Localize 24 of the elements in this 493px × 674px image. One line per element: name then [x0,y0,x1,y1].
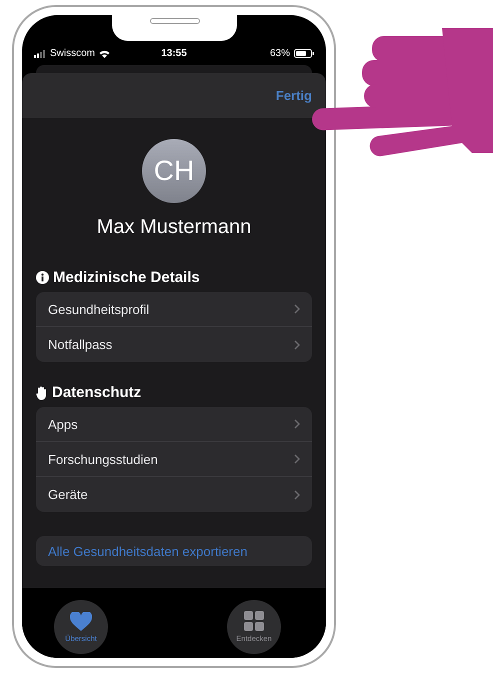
chevron-right-icon [294,419,300,429]
battery-icon [294,49,314,58]
battery-percent: 63% [270,48,290,59]
chevron-right-icon [294,454,300,464]
chevron-right-icon [294,490,300,500]
settings-row[interactable]: Forschungsstudien [36,442,312,477]
avatar-initials: CH [142,139,206,203]
carrier-name: Swisscom [50,48,96,59]
settings-row[interactable]: Apps [36,407,312,442]
profile-name: Max Mustermann [96,216,252,239]
settings-row[interactable]: Notfallpass [36,327,312,362]
section-title: Datenschutz [52,384,142,401]
settings-row[interactable]: Geräte [36,477,312,512]
settings-row[interactable]: Gesundheitsprofil [36,292,312,327]
signal-icon [34,50,46,58]
chevron-right-icon [294,340,300,350]
hand-icon [36,386,48,400]
chevron-right-icon [294,304,300,314]
wifi-icon [99,50,110,58]
info-icon [36,271,49,284]
heart-icon [70,612,92,630]
grid-icon [244,611,264,631]
clock-time: 13:55 [161,48,187,59]
section-title: Medizinische Details [53,269,200,286]
